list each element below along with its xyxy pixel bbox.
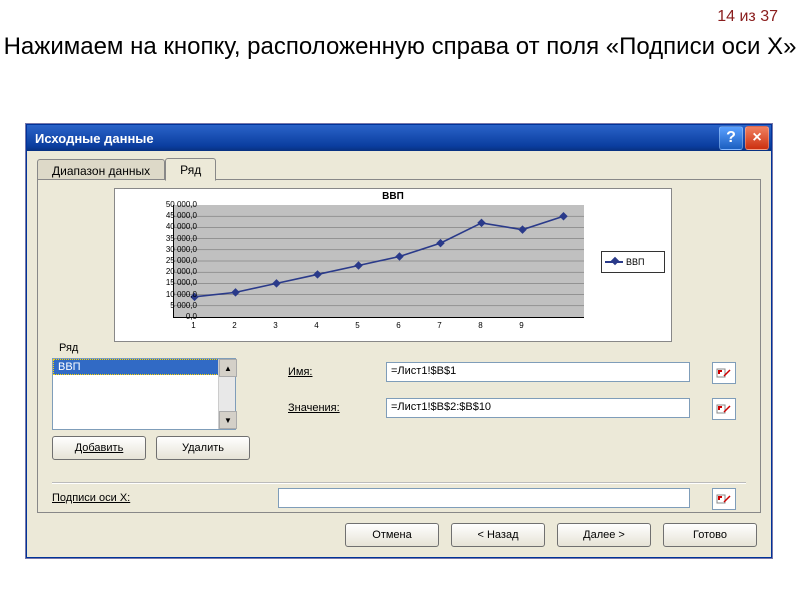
x-tick: 1 bbox=[188, 321, 200, 330]
chart-preview: ВВП bbox=[114, 188, 672, 342]
name-ref-button[interactable] bbox=[712, 362, 736, 384]
x-tick: 5 bbox=[352, 321, 364, 330]
y-tick: 0,0 bbox=[149, 312, 197, 321]
y-tick: 50 000,0 bbox=[149, 200, 197, 209]
chart-plot-area bbox=[173, 205, 584, 318]
back-button[interactable]: < Назад bbox=[451, 523, 545, 547]
values-label: Значения: bbox=[288, 402, 340, 414]
list-item[interactable]: ВВП bbox=[53, 359, 235, 375]
y-tick: 5 000,0 bbox=[149, 301, 197, 310]
help-button[interactable]: ? bbox=[719, 126, 743, 150]
values-input[interactable]: =Лист1!$B$2:$B$10 bbox=[386, 398, 690, 418]
page-number: 14 из 37 bbox=[717, 8, 778, 26]
scroll-up-icon[interactable]: ▲ bbox=[219, 359, 237, 377]
series-listbox[interactable]: ВВП ▲ ▼ bbox=[52, 358, 236, 430]
tab-series[interactable]: Ряд bbox=[165, 158, 216, 181]
close-button[interactable]: × bbox=[745, 126, 769, 150]
y-tick: 10 000,0 bbox=[149, 290, 197, 299]
x-tick: 9 bbox=[516, 321, 528, 330]
series-group-label: Ряд bbox=[56, 342, 81, 354]
range-picker-icon bbox=[716, 366, 732, 380]
titlebar[interactable]: Исходные данные ? × bbox=[27, 125, 771, 151]
values-ref-button[interactable] bbox=[712, 398, 736, 420]
y-tick: 40 000,0 bbox=[149, 222, 197, 231]
legend-marker-icon bbox=[605, 261, 623, 263]
x-tick: 2 bbox=[229, 321, 241, 330]
add-button[interactable]: Добавить bbox=[52, 436, 146, 460]
y-tick: 35 000,0 bbox=[149, 234, 197, 243]
y-tick: 20 000,0 bbox=[149, 267, 197, 276]
y-tick: 45 000,0 bbox=[149, 211, 197, 220]
tab-page-series: ВВП bbox=[37, 179, 761, 513]
y-tick: 15 000,0 bbox=[149, 278, 197, 287]
remove-button[interactable]: Удалить bbox=[156, 436, 250, 460]
next-button[interactable]: Далее > bbox=[557, 523, 651, 547]
dialog-title: Исходные данные bbox=[35, 131, 154, 146]
scrollbar[interactable]: ▲ ▼ bbox=[218, 359, 235, 429]
cancel-button[interactable]: Отмена bbox=[345, 523, 439, 547]
x-tick: 8 bbox=[475, 321, 487, 330]
source-data-dialog: Исходные данные ? × Диапазон данных Ряд … bbox=[26, 124, 772, 558]
x-tick: 6 bbox=[393, 321, 405, 330]
x-tick: 7 bbox=[434, 321, 446, 330]
y-tick: 25 000,0 bbox=[149, 256, 197, 265]
chart-legend: ВВП bbox=[601, 251, 665, 273]
legend-label: ВВП bbox=[626, 257, 644, 267]
x-tick: 4 bbox=[311, 321, 323, 330]
series-group: Ряд ВВП ▲ ▼ Добавить Удалить Имя: =Лист1… bbox=[52, 350, 746, 470]
tab-data-range[interactable]: Диапазон данных bbox=[37, 159, 165, 181]
y-tick: 30 000,0 bbox=[149, 245, 197, 254]
name-input[interactable]: =Лист1!$B$1 bbox=[386, 362, 690, 382]
slide-heading: Нажимаем на кнопку, расположенную справа… bbox=[0, 32, 800, 62]
range-picker-icon bbox=[716, 492, 732, 506]
chart-title: ВВП bbox=[115, 189, 671, 202]
name-label: Имя: bbox=[288, 366, 312, 378]
divider bbox=[52, 482, 746, 484]
scroll-down-icon[interactable]: ▼ bbox=[219, 411, 237, 429]
x-labels-label: Подписи оси X: bbox=[52, 492, 130, 504]
finish-button[interactable]: Готово bbox=[663, 523, 757, 547]
x-labels-input[interactable] bbox=[278, 488, 690, 508]
x-labels-ref-button[interactable] bbox=[712, 488, 736, 510]
x-tick: 3 bbox=[270, 321, 282, 330]
range-picker-icon bbox=[716, 402, 732, 416]
